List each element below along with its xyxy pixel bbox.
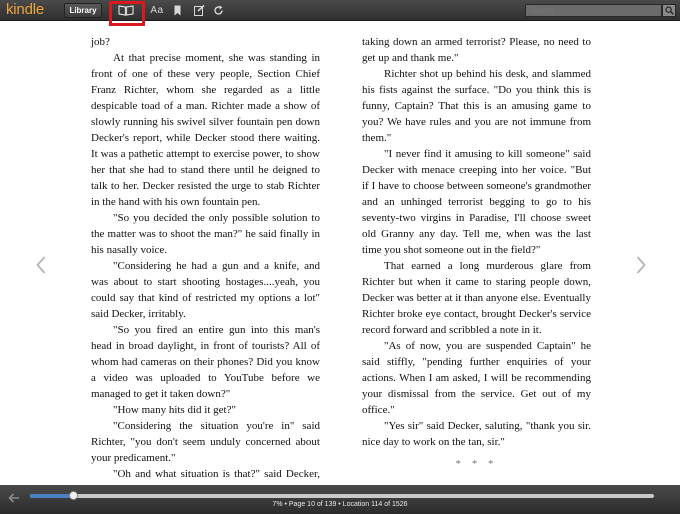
scene-break: * * *	[455, 458, 498, 470]
search-icon	[664, 6, 674, 15]
bottom-bar: 7% • Page 10 of 139 • Location 114 of 15…	[0, 485, 680, 514]
notes-button[interactable]	[192, 3, 206, 18]
top-toolbar: kindle Library Aa	[0, 0, 680, 26]
font-settings-button[interactable]: Aa	[148, 3, 166, 18]
paragraph: "As of now, you are suspended Captain" h…	[362, 340, 591, 416]
paragraph: "So you fired an entire gun into this ma…	[91, 324, 320, 400]
paragraph: job?	[91, 36, 110, 48]
sync-button[interactable]	[211, 3, 225, 18]
progress-slider[interactable]	[30, 491, 654, 500]
kindle-logo: kindle	[6, 1, 44, 18]
paragraph: taking down an armed terrorist? Please, …	[362, 36, 591, 64]
bookmark-button[interactable]	[171, 3, 183, 18]
chevron-right-icon	[636, 256, 646, 274]
search-input[interactable]	[525, 4, 662, 17]
paragraph: At that precise moment, she was standing…	[91, 52, 320, 208]
paragraph: "Considering the situation you're in" sa…	[91, 420, 320, 464]
notes-icon	[193, 5, 205, 16]
chevron-left-icon	[36, 256, 46, 274]
right-text-column: taking down an armed terrorist? Please, …	[362, 34, 591, 472]
search-button[interactable]	[662, 4, 676, 17]
paragraph: "So you decided the only possible soluti…	[91, 212, 320, 256]
paragraph: Richter shot up behind his desk, and sla…	[362, 68, 591, 144]
paragraph: "Considering he had a gun and a knife, a…	[91, 260, 320, 320]
sync-icon	[213, 5, 223, 15]
bookmark-icon	[174, 5, 180, 16]
paragraph: That earned a long murderous glare from …	[362, 260, 591, 336]
library-button[interactable]: Library	[64, 3, 102, 18]
left-text-column: job? At that precise moment, she was stan…	[91, 34, 320, 498]
paragraph: "Yes sir" said Decker, saluting, "thank …	[362, 420, 591, 448]
next-page-button[interactable]	[634, 252, 648, 278]
progress-thumb[interactable]	[68, 491, 78, 500]
selection-highlight	[109, 1, 145, 26]
paragraph: "How many hits did it get?"	[113, 404, 236, 416]
paragraph: "I never find it amusing to kill someone…	[362, 148, 591, 256]
progress-fill	[30, 494, 74, 498]
previous-page-button[interactable]	[34, 252, 48, 278]
location-indicator: 7% • Page 10 of 139 • Location 114 of 15…	[272, 501, 408, 508]
